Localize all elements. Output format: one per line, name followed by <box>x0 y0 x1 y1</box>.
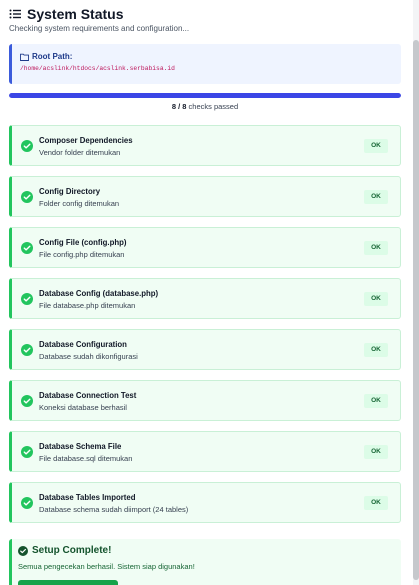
system-status-page: System Status Checking system requiremen… <box>0 0 413 585</box>
setup-complete-box: Setup Complete! Semua pengecekan berhasi… <box>9 539 401 585</box>
check-circle-icon <box>21 140 33 152</box>
check-name: Database Config (database.php) <box>39 289 159 298</box>
check-item: Database Tables Imported Database schema … <box>9 482 401 523</box>
check-description: Koneksi database berhasil <box>39 403 127 412</box>
check-circle-icon <box>21 446 33 458</box>
status-badge: OK <box>364 292 388 306</box>
check-item: Database Connection Test Koneksi database… <box>9 380 401 421</box>
check-name: Database Configuration <box>39 340 127 349</box>
check-item: Database Config (database.php) File datab… <box>9 278 401 319</box>
check-circle-icon <box>21 344 33 356</box>
status-badge: OK <box>364 139 388 153</box>
status-badge: OK <box>364 343 388 357</box>
root-path-label-row: Root Path: <box>20 52 401 61</box>
check-item: Config File (config.php) File config.php … <box>9 227 401 268</box>
progress-suffix: checks passed <box>186 102 239 111</box>
root-path-value: /home/acslink/htdocs/acslink.serbabisa.i… <box>20 65 175 72</box>
list-icon <box>9 9 21 19</box>
setup-complete-title-row: Setup Complete! <box>18 545 401 556</box>
check-name: Database Connection Test <box>39 391 137 400</box>
check-name: Config Directory <box>39 187 101 196</box>
check-circle-icon <box>21 191 33 203</box>
check-item: Database Schema File File database.sql di… <box>9 431 401 472</box>
setup-complete-title: Setup Complete! <box>32 545 112 556</box>
check-description: File config.php ditemukan <box>39 250 125 259</box>
folder-icon <box>20 53 29 61</box>
continue-button[interactable] <box>18 580 118 585</box>
progress-bar-fill <box>9 93 401 98</box>
check-item: Config Directory Folder config ditemukan O… <box>9 176 401 217</box>
check-description: File database.sql ditemukan <box>39 454 133 463</box>
progress-summary: 8 / 8 checks passed <box>9 102 401 111</box>
progress-count: 8 / 8 <box>171 102 187 111</box>
root-path-label: Root Path: <box>32 52 73 61</box>
check-name: Database Tables Imported <box>39 493 136 502</box>
check-name: Config File (config.php) <box>39 238 127 247</box>
status-badge: OK <box>364 190 388 204</box>
check-circle-icon <box>21 293 33 305</box>
check-description: Database schema sudah diimport (24 table… <box>39 505 189 514</box>
checks-list: Composer Dependencies Vendor folder ditem… <box>9 125 401 533</box>
check-circle-icon <box>21 242 33 254</box>
check-name: Composer Dependencies <box>39 136 133 145</box>
scrollbar-thumb[interactable] <box>413 40 419 580</box>
status-badge: OK <box>364 394 388 408</box>
check-name: Database Schema File <box>39 442 122 451</box>
check-description: Database sudah dikonfigurasi <box>39 352 138 361</box>
check-description: File database.php ditemukan <box>39 301 136 310</box>
root-path-box: Root Path: /home/acslink/htdocs/acslink.… <box>9 44 401 84</box>
check-description: Folder config ditemukan <box>39 199 120 208</box>
check-description: Vendor folder ditemukan <box>39 148 121 157</box>
status-badge: OK <box>364 241 388 255</box>
status-badge: OK <box>364 445 388 459</box>
page-title: System Status <box>27 6 124 22</box>
check-circle-icon <box>21 497 33 509</box>
page-subtitle: Checking system requirements and configu… <box>9 24 190 33</box>
check-circle-icon <box>18 545 28 556</box>
check-circle-icon <box>21 395 33 407</box>
check-item: Database Configuration Database sudah dik… <box>9 329 401 370</box>
setup-complete-message: Semua pengecekan berhasil. Sistem siap d… <box>18 562 195 571</box>
page-header: System Status <box>9 6 123 22</box>
status-badge: OK <box>364 496 388 510</box>
progress-bar <box>9 93 401 98</box>
check-item: Composer Dependencies Vendor folder ditem… <box>9 125 401 166</box>
